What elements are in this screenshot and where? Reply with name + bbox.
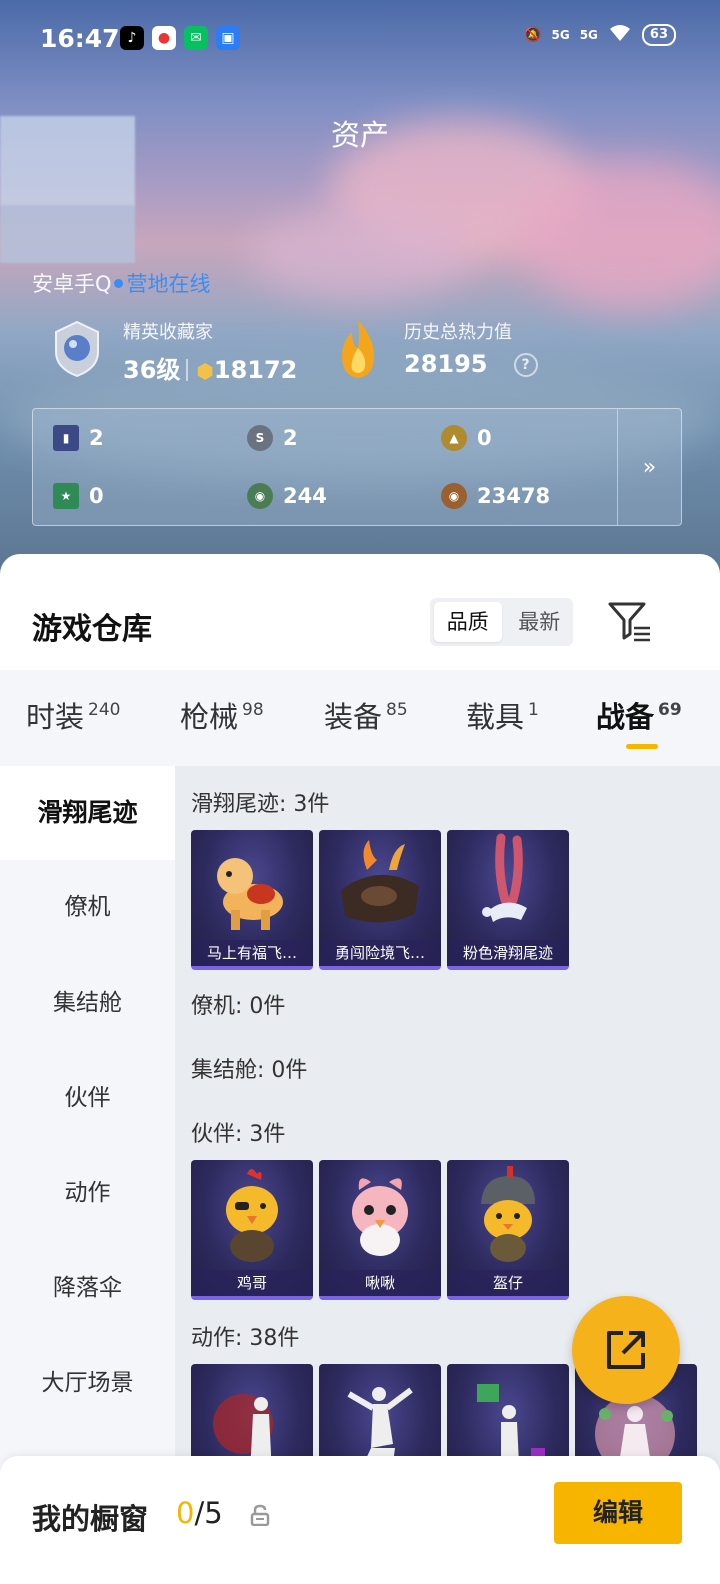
signal-5g-icon-2: 5G: [579, 28, 598, 42]
signal-5g-icon: 5G: [551, 28, 570, 42]
currency-more-button[interactable]: »: [617, 409, 681, 525]
gold-triangle-coin-icon: ▲: [441, 425, 467, 451]
showcase-label: 我的橱窗: [32, 1502, 149, 1536]
collector-badge-icon: [55, 320, 99, 378]
section-title-capsule: 集结舱: 0件: [191, 1058, 308, 1083]
pink-bird-partner-icon: [352, 1178, 408, 1256]
tab-vehicles[interactable]: 载具 1: [466, 694, 539, 736]
status-bar: 16:47 ♪ ● ✉ ▣ 🔕 5G 5G 63: [0, 0, 720, 80]
warehouse-header: 游戏仓库 品质 最新: [0, 554, 720, 670]
divider: [186, 359, 189, 381]
horse-toy-icon: [217, 858, 283, 930]
showcase-count: 0/5: [176, 1496, 223, 1530]
collector-points-icon: ⬢: [196, 359, 214, 383]
collector-points: 18172: [213, 356, 298, 384]
pink-trail-icon: [482, 833, 527, 922]
green-ticket-icon: ★: [53, 483, 79, 509]
item-name: 粉色滑翔尾迹: [447, 940, 569, 966]
mute-icon: 🔕: [524, 27, 542, 43]
showcase-bar: 我的橱窗 0/5 编辑: [0, 1456, 720, 1584]
tab-readiness[interactable]: 战备 69: [596, 694, 682, 736]
collector-stat[interactable]: 精英收藏家 36级 ⬢18172: [46, 318, 297, 385]
login-status: 安卓手Q 营地在线: [32, 268, 211, 298]
currency-item: S 2: [247, 425, 298, 451]
sidebar-item-glide-trail[interactable]: 滑翔尾迹: [0, 766, 175, 860]
login-platform: 安卓手Q: [32, 272, 112, 296]
collector-label: 精英收藏家: [123, 322, 213, 343]
online-status: 营地在线: [126, 272, 211, 296]
chicken-partner-icon: [226, 1169, 278, 1262]
notification-icons: ♪ ● ✉ ▣: [120, 26, 240, 50]
item-card[interactable]: 鸡哥: [191, 1160, 313, 1300]
sort-quality[interactable]: 品质: [434, 602, 502, 642]
sidebar-item-emote[interactable]: 动作: [0, 1146, 175, 1240]
warehouse-sheet: 游戏仓库 品质 最新 时装 240 枪械 98 装备 85 载具 1 战备 69 滑翔尾迹…: [0, 554, 720, 1584]
section-title-wingman: 僚机: 0件: [191, 994, 286, 1019]
edit-button[interactable]: 编辑: [554, 1482, 682, 1544]
currency-item: ▲ 0: [441, 425, 492, 451]
currency-panel[interactable]: ▮ 2 S 2 ▲ 0 ★ 0 ◉ 244 ◉ 23478 »: [32, 408, 682, 526]
card-icon: ▮: [53, 425, 79, 451]
status-time: 16:47: [40, 24, 120, 53]
taobao-icon: ●: [152, 26, 176, 50]
section-title-emote: 动作: 38件: [191, 1326, 300, 1351]
warehouse-title: 游戏仓库: [32, 612, 152, 647]
tiktok-icon: ♪: [120, 26, 144, 50]
sidebar-item-partner[interactable]: 伙伴: [0, 1051, 175, 1145]
section-title-partner: 伙伴: 3件: [191, 1122, 286, 1147]
heat-label: 历史总热力值: [404, 322, 512, 343]
helmet-chick-partner-icon: [481, 1166, 535, 1262]
bronze-coin-icon: ◉: [441, 483, 467, 509]
item-card[interactable]: 勇闯险境飞…: [319, 830, 441, 970]
item-name: 鸡哥: [191, 1270, 313, 1296]
message-app-icon: ▣: [216, 26, 240, 50]
currency-item: ★ 0: [53, 483, 104, 509]
lock-icon: [250, 1504, 270, 1526]
silver-coin-icon: S: [247, 425, 273, 451]
avatar-blurred: [0, 116, 135, 206]
item-name: 盔仔: [447, 1270, 569, 1296]
system-indicators: 🔕 5G 5G 63: [524, 24, 676, 46]
active-tab-indicator: [626, 744, 658, 749]
currency-item: ◉ 244: [247, 483, 327, 509]
heat-stat[interactable]: 历史总热力值 28195?: [330, 318, 538, 378]
currency-item: ◉ 23478: [441, 483, 550, 509]
heat-value: 28195: [404, 350, 488, 378]
help-icon[interactable]: ?: [513, 353, 538, 377]
tab-guns[interactable]: 枪械 98: [180, 694, 264, 736]
sidebar-item-lobby-scene[interactable]: 大厅场景: [0, 1336, 175, 1430]
share-icon: [607, 1331, 645, 1369]
tab-fashion[interactable]: 时装 240: [26, 694, 120, 736]
currency-item: ▮ 2: [53, 425, 104, 451]
username-blurred: [0, 205, 135, 263]
wifi-icon: [608, 24, 632, 46]
share-button[interactable]: [572, 1296, 680, 1404]
sort-newest[interactable]: 最新: [506, 598, 574, 646]
item-card[interactable]: 马上有福飞…: [191, 830, 313, 970]
item-card[interactable]: 啾啾: [319, 1160, 441, 1300]
section-title-glide: 滑翔尾迹: 3件: [191, 792, 330, 817]
item-card[interactable]: 盔仔: [447, 1160, 569, 1300]
sort-toggle[interactable]: 品质 最新: [430, 598, 573, 646]
sidebar-item-parachute[interactable]: 降落伞: [0, 1241, 175, 1335]
sidebar-item-wingman[interactable]: 僚机: [0, 860, 175, 954]
item-name: 马上有福飞…: [191, 940, 313, 966]
online-dot-icon: [113, 279, 123, 288]
item-name: 啾啾: [319, 1270, 441, 1296]
burning-wreck-icon: [341, 840, 419, 923]
item-card[interactable]: 粉色滑翔尾迹: [447, 830, 569, 970]
flame-icon: [342, 320, 374, 378]
filter-icon[interactable]: [606, 600, 652, 644]
item-name: 勇闯险境飞…: [319, 940, 441, 966]
battery-indicator: 63: [641, 24, 676, 46]
green-coin-icon: ◉: [247, 483, 273, 509]
wechat-icon: ✉: [184, 26, 208, 50]
sidebar-item-capsule[interactable]: 集结舱: [0, 956, 175, 1050]
collector-level: 36级: [123, 356, 181, 384]
category-tabs: 时装 240 枪械 98 装备 85 载具 1 战备 69: [0, 670, 720, 766]
tab-equipment[interactable]: 装备 85: [324, 694, 408, 736]
